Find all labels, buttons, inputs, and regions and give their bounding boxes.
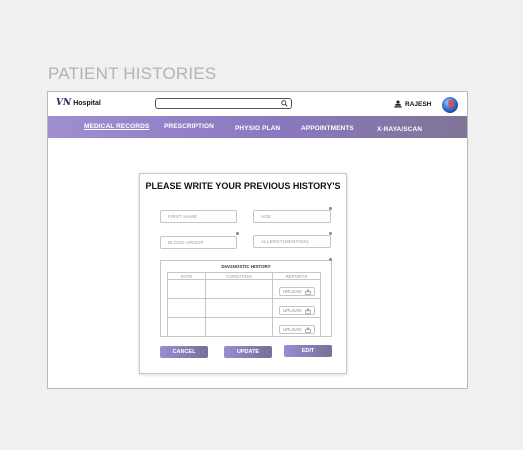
avatar[interactable]: [442, 97, 458, 113]
diagnostic-table: DATE CONDITION REPORTS UPLOAD UPLOAD UPL…: [167, 272, 321, 337]
upload-label: UPLOAD: [283, 289, 302, 294]
nav-item-physio-plan[interactable]: PHYSIO PLAN: [235, 125, 280, 132]
column-header-date: DATE: [167, 272, 206, 280]
table-row: UPLOAD: [167, 279, 321, 299]
resize-handle[interactable]: [329, 258, 332, 261]
first-name-placeholder: FIRST NAME: [168, 214, 198, 219]
age-field[interactable]: AGE: [253, 210, 331, 223]
logo-mark: VN: [56, 98, 72, 108]
form-title: PLEASE WRITE YOUR PREVIOUS HISTORY'S: [145, 181, 341, 191]
column-header-reports: REPORTS: [272, 272, 321, 280]
reports-cell: UPLOAD: [272, 279, 321, 299]
date-cell[interactable]: [167, 279, 206, 299]
blood-group-field[interactable]: BLOOD GROUP: [160, 236, 237, 249]
logo-text: Hospital: [73, 100, 101, 107]
resize-handle[interactable]: [329, 207, 332, 210]
edit-button[interactable]: EDIT: [284, 345, 332, 357]
allergy-field[interactable]: ALLERGY(MENTION): [253, 235, 331, 248]
upload-icon: [305, 288, 311, 295]
upload-button[interactable]: UPLOAD: [279, 287, 315, 296]
age-placeholder: AGE: [261, 214, 272, 219]
nav-item-xray-scan[interactable]: X-RAYA/SCAN: [377, 126, 422, 133]
user-menu[interactable]: RAJESH: [394, 100, 431, 108]
resize-handle[interactable]: [329, 232, 332, 235]
nav-item-prescription[interactable]: PRESCRIPTION: [164, 123, 214, 130]
date-cell[interactable]: [167, 298, 206, 318]
upload-button[interactable]: UPLOAD: [279, 306, 315, 315]
condition-cell[interactable]: [205, 298, 273, 318]
diagnostic-history-title: DIAGNOSTIC HISTORY: [221, 264, 271, 269]
table-row: UPLOAD: [167, 317, 321, 337]
upload-label: UPLOAD: [283, 308, 302, 313]
main-nav: MEDICAL RECORDS PRESCRIPTION PHYSIO PLAN…: [48, 116, 467, 138]
condition-cell[interactable]: [205, 279, 273, 299]
reports-cell: UPLOAD: [272, 317, 321, 337]
cancel-button[interactable]: CANCEL: [160, 346, 208, 358]
blood-group-placeholder: BLOOD GROUP: [168, 240, 204, 245]
resize-handle[interactable]: [236, 232, 239, 235]
reports-cell: UPLOAD: [272, 298, 321, 318]
hospital-logo[interactable]: VN Hospital: [56, 98, 101, 108]
column-header-condition: CONDITION: [205, 272, 273, 280]
upload-label: UPLOAD: [283, 327, 302, 332]
upload-icon: [305, 326, 311, 333]
update-button[interactable]: UPDATE: [224, 346, 272, 358]
first-name-field[interactable]: FIRST NAME: [160, 210, 237, 223]
date-cell[interactable]: [167, 317, 206, 337]
top-header: VN Hospital RAJESH: [48, 92, 467, 116]
condition-cell[interactable]: [205, 317, 273, 337]
search-icon[interactable]: [281, 100, 288, 107]
allergy-placeholder: ALLERGY(MENTION): [261, 239, 309, 244]
search-input[interactable]: [155, 98, 292, 109]
upload-button[interactable]: UPLOAD: [279, 325, 315, 334]
page-section-title: PATIENT HISTORIES: [48, 64, 217, 83]
app-window: VN Hospital RAJESH MEDICAL RECORDS PRESC…: [47, 91, 468, 389]
table-row: UPLOAD: [167, 298, 321, 318]
nav-item-medical-records[interactable]: MEDICAL RECORDS: [84, 123, 149, 130]
upload-icon: [305, 307, 311, 314]
user-name: RAJESH: [405, 100, 432, 108]
history-form-card: PLEASE WRITE YOUR PREVIOUS HISTORY'S FIR…: [139, 173, 347, 374]
nav-item-appointments[interactable]: APPOINTMENTS: [301, 125, 354, 132]
diagnostic-history-box: DIAGNOSTIC HISTORY DATE CONDITION REPORT…: [160, 258, 332, 337]
user-group-icon: [394, 100, 402, 108]
